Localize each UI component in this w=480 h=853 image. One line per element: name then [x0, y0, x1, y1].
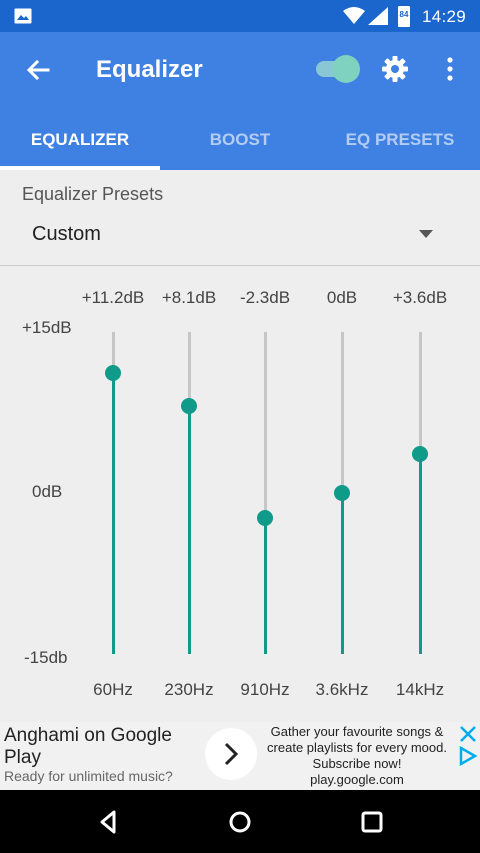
band-slider-fill: [263, 517, 267, 654]
band-frequency-label: 910Hz: [240, 680, 290, 699]
image-icon: [14, 8, 32, 24]
axis-min-label: -15db: [24, 648, 68, 667]
axis-mid-label: 0dB: [32, 482, 63, 501]
tab-eq-presets[interactable]: EQ PRESETS: [320, 120, 480, 170]
band-frequency-label: 14kHz: [395, 680, 445, 699]
status-time: 14:29: [422, 7, 467, 26]
band-gain-label: 0dB: [326, 288, 358, 307]
band-slider-knob[interactable]: [412, 446, 428, 463]
toggle-thumb: [332, 55, 360, 83]
nav-home-icon[interactable]: [228, 810, 252, 834]
equalizer-panel: +15dB 0dB -15db +11.2dB 60Hz +8.1dB 230Hz -2…: [0, 266, 480, 722]
system-nav-bar: [0, 790, 480, 853]
tab-boost[interactable]: BOOST: [160, 120, 320, 170]
chevron-right-icon: [224, 742, 239, 766]
dropdown-arrow-icon: [419, 230, 433, 238]
tab-equalizer[interactable]: EQUALIZER: [0, 120, 160, 170]
gear-icon[interactable]: [380, 54, 410, 84]
ad-title: Anghami on Google Play: [4, 725, 172, 768]
ad-url: play.google.com: [310, 772, 404, 787]
wifi-icon: [343, 7, 365, 24]
band-slider-fill: [111, 372, 115, 654]
app-bar: Equalizer EQUALIZER BOOST EQ PRESETS: [0, 32, 480, 170]
band-slider-knob[interactable]: [105, 364, 121, 381]
ad-next-button[interactable]: [205, 728, 257, 780]
band-slider-knob[interactable]: [181, 398, 197, 415]
presets-selected-value: Custom: [32, 223, 101, 245]
band-gain-label: +3.6dB: [392, 288, 448, 307]
band-gain-label: +11.2dB: [81, 288, 145, 307]
band-frequency-label: 60Hz: [93, 680, 133, 699]
signal-icon: [368, 7, 388, 25]
battery-icon: 84: [398, 6, 410, 27]
more-options-icon[interactable]: [440, 54, 460, 84]
band-slider-fill: [340, 493, 344, 654]
ad-badge[interactable]: [456, 722, 480, 770]
presets-dropdown[interactable]: Custom: [0, 212, 480, 256]
band-slider-knob[interactable]: [334, 485, 350, 501]
tab-bar: EQUALIZER BOOST EQ PRESETS: [0, 120, 480, 170]
presets-label: Equalizer Presets: [22, 184, 164, 204]
status-bar: 84 14:29: [0, 0, 480, 32]
band-slider-knob[interactable]: [257, 509, 273, 526]
ad-subtitle: Ready for unlimited music?: [4, 768, 173, 784]
equalizer-toggle[interactable]: [314, 54, 360, 84]
band-slider-fill: [418, 454, 422, 654]
battery-level: 84: [399, 10, 409, 19]
ad-body-text: Gather your favourite songs & create pla…: [267, 724, 447, 771]
band-gain-label: +8.1dB: [161, 288, 217, 307]
ad-banner[interactable]: Anghami on Google Play Ready for unlimit…: [0, 722, 480, 790]
adchoices-icon[interactable]: [458, 746, 478, 766]
adchoices-close-icon[interactable]: [458, 724, 478, 744]
nav-recents-icon[interactable]: [360, 810, 384, 834]
band-frequency-label: 3.6kHz: [315, 680, 369, 699]
band-frequency-label: 230Hz: [164, 680, 214, 699]
band-gain-label: -2.3dB: [239, 288, 291, 307]
back-arrow-icon[interactable]: [24, 56, 52, 84]
ad-text: Gather your favourite songs & create pla…: [262, 724, 452, 788]
page-title: Equalizer: [96, 56, 203, 83]
band-slider-fill: [187, 406, 191, 654]
nav-back-icon[interactable]: [96, 810, 120, 834]
axis-max-label: +15dB: [22, 318, 72, 337]
